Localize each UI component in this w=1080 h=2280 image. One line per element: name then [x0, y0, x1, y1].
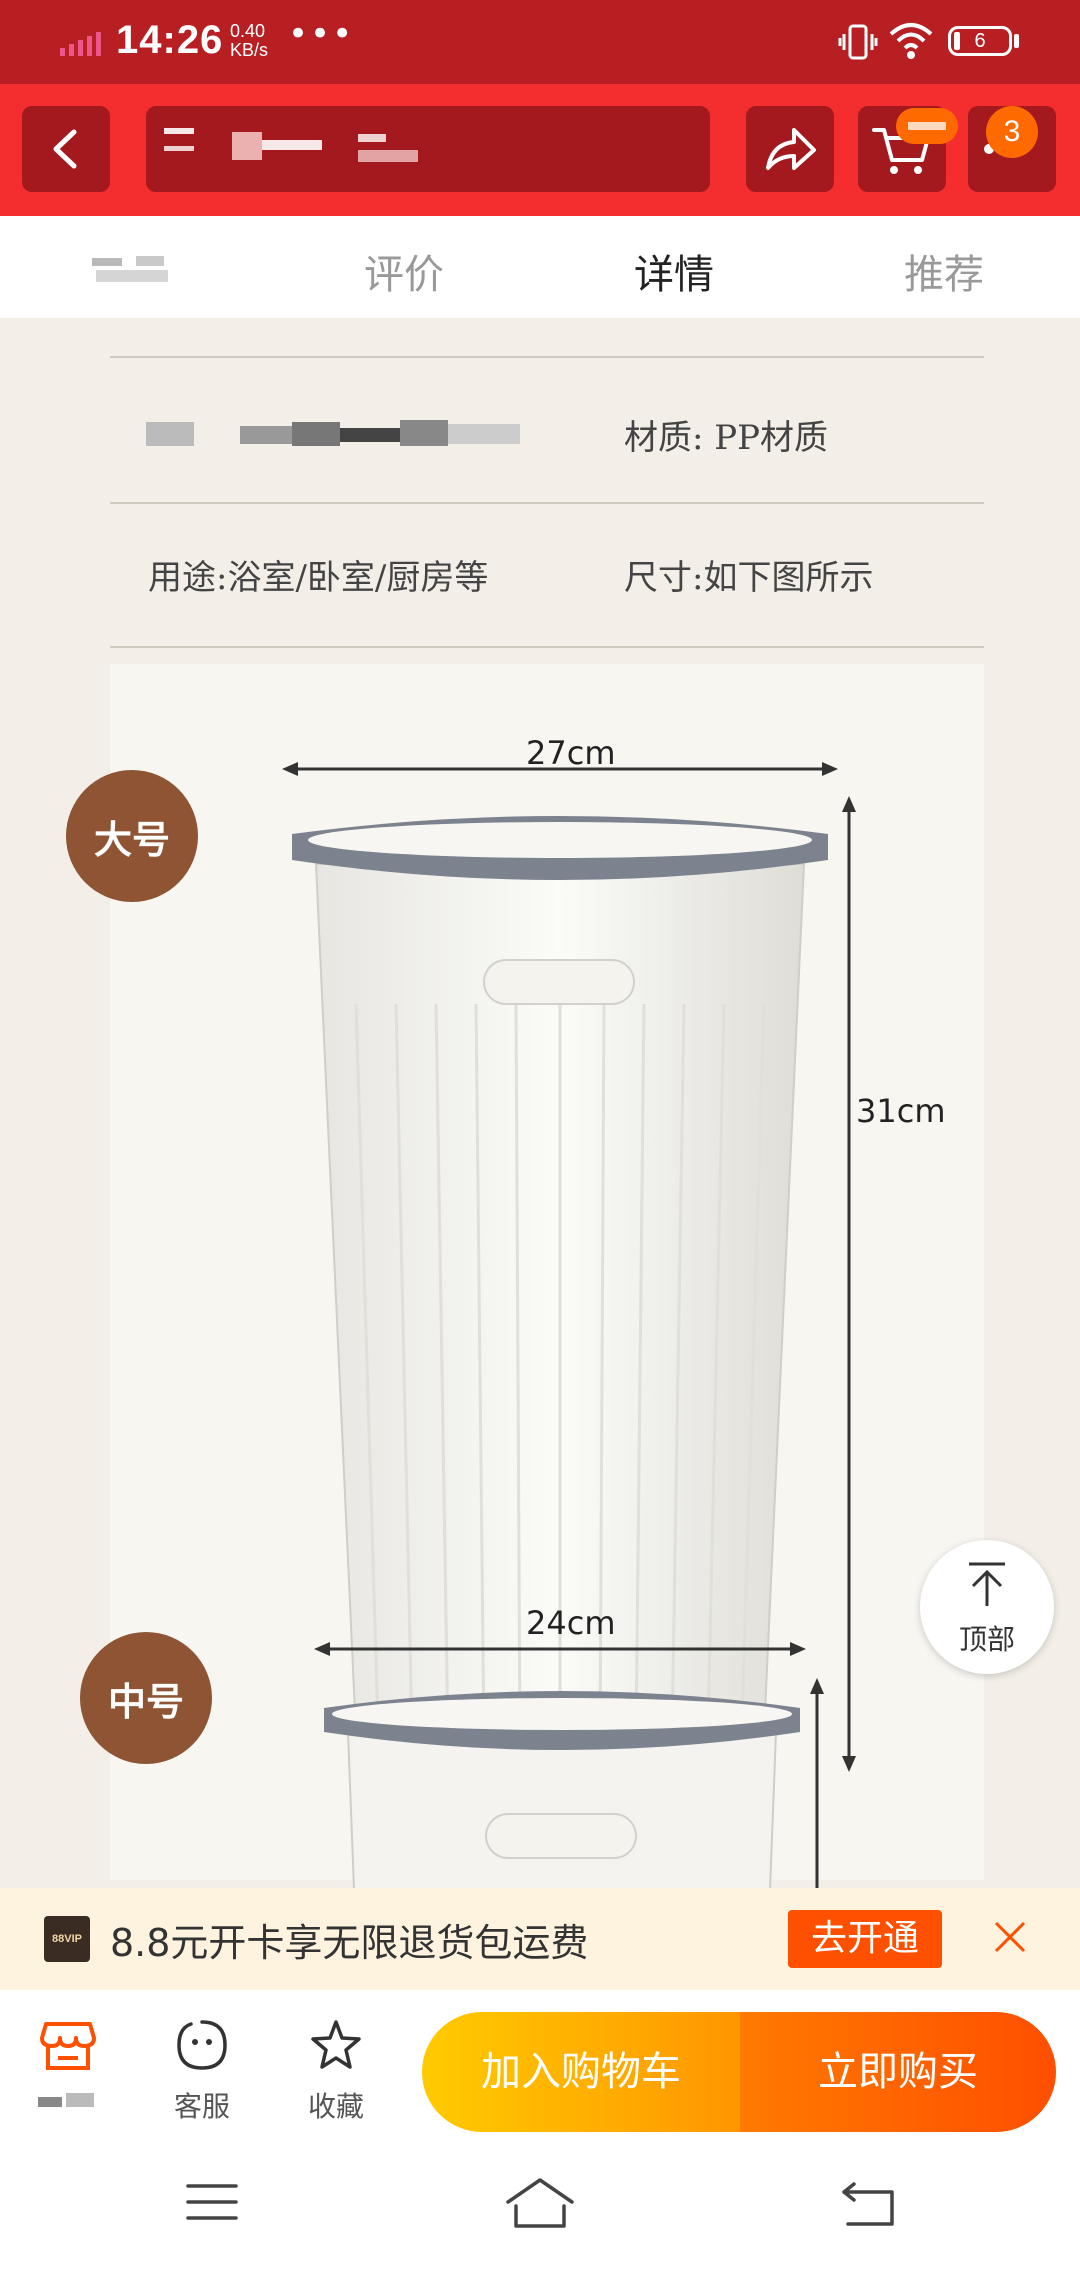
shop-button[interactable] [18, 2018, 118, 2109]
battery-tip [1014, 34, 1019, 48]
status-time: 14:26 [116, 18, 224, 62]
spec-material: 材质: PP材质 [624, 418, 829, 458]
more-button[interactable]: 3 [968, 106, 1056, 192]
vip-promo-bar[interactable]: 88VIP 8.8元开卡享无限退货包运费 去开通 [0, 1888, 1080, 1990]
cart-badge-blurred [896, 108, 958, 144]
favorite-label: 收藏 [307, 2090, 364, 2123]
blurred-title [164, 128, 194, 134]
back-nav-icon[interactable] [838, 2178, 898, 2228]
network-speed: 0.40 KB/s [230, 21, 269, 60]
star-icon [311, 2020, 361, 2069]
battery-level: 6 [974, 30, 986, 52]
bottom-action-bar: 客服 收藏 加入购物车 立即购买 [0, 1990, 1080, 2140]
tab-reviews[interactable]: 评价 [364, 242, 444, 300]
vibrate-icon [838, 24, 878, 60]
customer-service-label: 客服 [173, 2090, 230, 2123]
size-large-badge: 大号 [66, 770, 198, 902]
tab-bar: 评价 详情 推荐 [0, 216, 1080, 318]
product-detail-content: 材质: PP材质 用途:浴室/卧室/厨房等 尺寸:如下图所示 大号 27cm 3… [0, 318, 1080, 1888]
large-width-label: 27cm [526, 734, 616, 772]
tab-product[interactable] [92, 254, 172, 288]
vip-logo: 88VIP [44, 1916, 90, 1962]
vip-activate-button[interactable]: 去开通 [788, 1910, 942, 1968]
menu-icon[interactable] [184, 2180, 240, 2224]
add-to-cart-button[interactable]: 加入购物车 [422, 2012, 740, 2132]
favorite-button[interactable]: 收藏 [286, 2018, 386, 2125]
system-nav-bar [0, 2140, 1080, 2280]
back-to-top-label: 顶部 [958, 1623, 1015, 1656]
back-to-top-button[interactable]: 顶部 [920, 1540, 1054, 1674]
message-badge: 3 [986, 106, 1038, 158]
signal-icon [60, 32, 101, 56]
wifi-icon [889, 23, 933, 59]
arrow-up-icon [969, 1562, 1005, 1606]
share-button[interactable] [746, 106, 834, 192]
store-icon [40, 2022, 96, 2070]
customer-service-button[interactable]: 客服 [152, 2018, 252, 2125]
home-icon[interactable] [504, 2176, 576, 2230]
back-button[interactable] [22, 106, 110, 192]
divider [110, 356, 984, 358]
divider [110, 502, 984, 504]
spec-usage: 用途:浴室/卧室/厨房等 [148, 558, 489, 598]
close-icon[interactable] [990, 1912, 1030, 1962]
spec-size: 尺寸:如下图所示 [624, 558, 874, 598]
blurred-spec [146, 418, 522, 448]
chat-face-icon [177, 2020, 227, 2070]
medium-trash-bin-image [324, 1691, 800, 1888]
more-status-icon: ••• [288, 14, 355, 54]
tab-details[interactable]: 详情 [634, 242, 714, 300]
product-header: 3 [0, 84, 1080, 216]
vip-promo-text: 8.8元开卡享无限退货包运费 [110, 1921, 589, 1965]
battery-icon: 6 [948, 26, 1012, 56]
shop-search-bar[interactable] [146, 106, 710, 192]
height-dimension-line [842, 796, 856, 1772]
buy-now-button[interactable]: 立即购买 [740, 2012, 1056, 2132]
medium-width-label: 24cm [526, 1604, 616, 1642]
large-height-label: 31cm [856, 1092, 946, 1130]
size-medium-badge: 中号 [80, 1632, 212, 1764]
divider [110, 646, 984, 648]
back-arrow-icon [53, 129, 77, 169]
status-bar: 14:26 0.40 KB/s ••• 6 [0, 0, 1080, 84]
blurred-shop-label [38, 2093, 98, 2109]
tab-recommend[interactable]: 推荐 [904, 242, 984, 300]
cart-button[interactable] [858, 106, 958, 192]
share-icon [766, 128, 816, 170]
